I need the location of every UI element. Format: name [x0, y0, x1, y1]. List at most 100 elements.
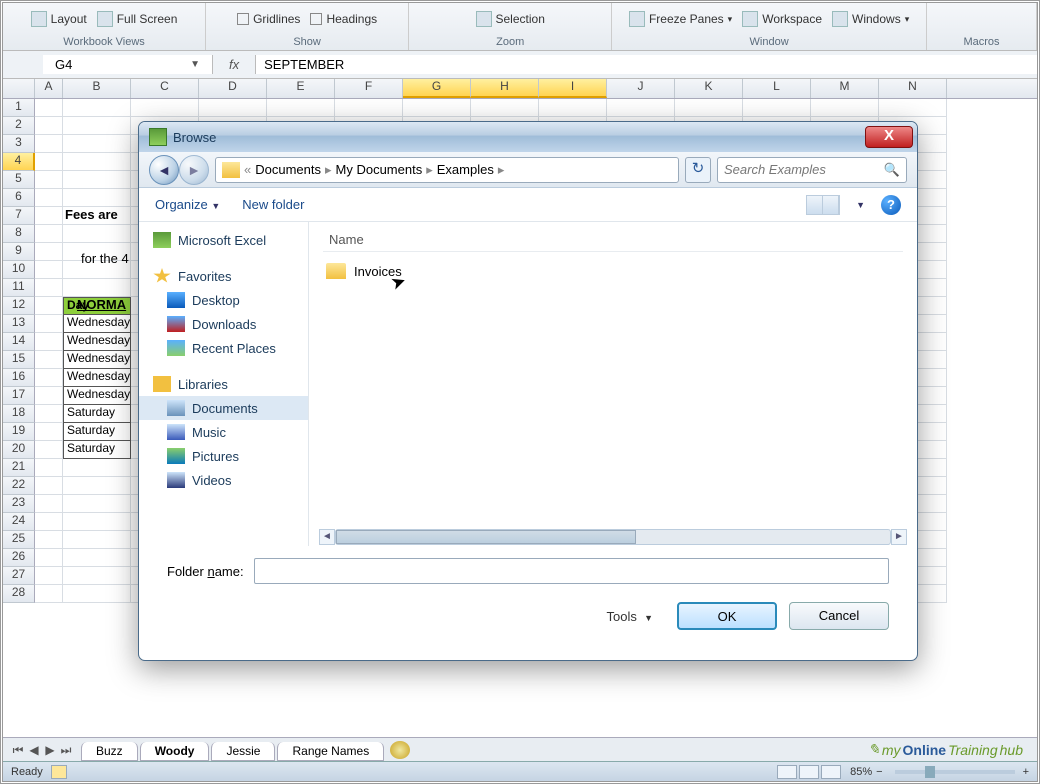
- row-header[interactable]: 3: [3, 135, 35, 153]
- cell[interactable]: [471, 99, 539, 117]
- cell[interactable]: [267, 99, 335, 117]
- sheet-nav-first-icon[interactable]: ⏮: [11, 743, 25, 757]
- cell[interactable]: [35, 441, 63, 459]
- ribbon-button[interactable]: Layout: [31, 11, 87, 27]
- row-header[interactable]: 27: [3, 567, 35, 585]
- refresh-button[interactable]: ↻: [685, 157, 711, 183]
- new-sheet-icon[interactable]: [390, 741, 410, 759]
- cell[interactable]: Wednesday: [63, 387, 131, 405]
- row-header[interactable]: 23: [3, 495, 35, 513]
- scroll-thumb[interactable]: [336, 530, 636, 544]
- cell[interactable]: [63, 585, 131, 603]
- cell[interactable]: [35, 261, 63, 279]
- breadcrumb-item[interactable]: Examples: [437, 162, 494, 177]
- column-header[interactable]: M: [811, 79, 879, 98]
- cell[interactable]: [35, 171, 63, 189]
- row-header[interactable]: 4: [3, 153, 35, 171]
- row-header[interactable]: 19: [3, 423, 35, 441]
- column-header[interactable]: A: [35, 79, 63, 98]
- ribbon-button[interactable]: Headings: [310, 12, 377, 26]
- cell[interactable]: [35, 531, 63, 549]
- cell[interactable]: [35, 513, 63, 531]
- row-header[interactable]: 25: [3, 531, 35, 549]
- cell[interactable]: [35, 585, 63, 603]
- fx-label[interactable]: fx: [213, 57, 255, 72]
- cell[interactable]: [35, 495, 63, 513]
- cell[interactable]: [35, 279, 63, 297]
- tree-item[interactable]: Videos: [139, 468, 308, 492]
- column-header-name[interactable]: Name: [323, 228, 903, 252]
- chevron-right-icon[interactable]: ▸: [325, 162, 332, 178]
- row-header[interactable]: 7: [3, 207, 35, 225]
- chevron-down-icon[interactable]: ▼: [856, 200, 865, 210]
- tools-button[interactable]: Tools ▼: [606, 609, 653, 624]
- zoom-in-icon[interactable]: +: [1023, 766, 1029, 778]
- column-header[interactable]: C: [131, 79, 199, 98]
- cell[interactable]: [35, 423, 63, 441]
- row-header[interactable]: 6: [3, 189, 35, 207]
- column-header[interactable]: B: [63, 79, 131, 98]
- view-options-button[interactable]: [806, 195, 840, 215]
- folder-tree[interactable]: Microsoft ExcelFavoritesDesktopDownloads…: [139, 222, 309, 546]
- cell[interactable]: [199, 99, 267, 117]
- column-header[interactable]: I: [539, 79, 607, 98]
- row-header[interactable]: 20: [3, 441, 35, 459]
- row-header[interactable]: 28: [3, 585, 35, 603]
- cell[interactable]: [35, 459, 63, 477]
- cell[interactable]: [35, 189, 63, 207]
- column-header[interactable]: N: [879, 79, 947, 98]
- row-header[interactable]: 16: [3, 369, 35, 387]
- dialog-titlebar[interactable]: Browse X: [139, 122, 917, 152]
- breadcrumb-item[interactable]: Documents: [255, 162, 321, 177]
- cell[interactable]: [63, 459, 131, 477]
- sheet-tab[interactable]: Jessie: [211, 742, 275, 761]
- cell[interactable]: [63, 477, 131, 495]
- cell[interactable]: [607, 99, 675, 117]
- row-header[interactable]: 11: [3, 279, 35, 297]
- breadcrumb[interactable]: « Documents▸My Documents▸Examples▸: [215, 157, 679, 183]
- cell[interactable]: Wednesday: [63, 351, 131, 369]
- column-header[interactable]: J: [607, 79, 675, 98]
- column-header[interactable]: H: [471, 79, 539, 98]
- chevron-right-icon[interactable]: ▸: [426, 162, 433, 178]
- view-pagebreak-button[interactable]: [821, 765, 841, 779]
- cell[interactable]: Wednesday: [63, 333, 131, 351]
- forward-button[interactable]: ►: [179, 155, 209, 185]
- back-button[interactable]: ◄: [149, 155, 179, 185]
- view-normal-button[interactable]: [777, 765, 797, 779]
- ribbon-button[interactable]: Gridlines: [237, 12, 300, 26]
- checkbox-icon[interactable]: [310, 13, 322, 25]
- cell[interactable]: [63, 513, 131, 531]
- cell[interactable]: [35, 351, 63, 369]
- column-header[interactable]: L: [743, 79, 811, 98]
- ribbon-button[interactable]: Workspace: [742, 11, 822, 27]
- zoom-level[interactable]: 85%: [850, 766, 872, 778]
- sheet-tab[interactable]: Range Names: [277, 742, 384, 761]
- cell[interactable]: [35, 297, 63, 315]
- row-header[interactable]: 18: [3, 405, 35, 423]
- help-icon[interactable]: ?: [881, 195, 901, 215]
- chevron-right-icon[interactable]: ▸: [498, 162, 505, 178]
- cell[interactable]: [539, 99, 607, 117]
- cell[interactable]: Wednesday: [63, 315, 131, 333]
- name-box-dropdown-icon[interactable]: ▼: [190, 59, 200, 70]
- tree-item[interactable]: Recent Places: [139, 336, 308, 360]
- breadcrumb-item[interactable]: My Documents: [336, 162, 423, 177]
- ok-button[interactable]: OK: [677, 602, 777, 630]
- formula-input[interactable]: SEPTEMBER: [255, 55, 1037, 74]
- cell[interactable]: Saturday: [63, 441, 131, 459]
- folder-item[interactable]: Invoices: [323, 260, 903, 282]
- row-header[interactable]: 9: [3, 243, 35, 261]
- cell[interactable]: [35, 315, 63, 333]
- tree-item[interactable]: Favorites: [139, 264, 308, 288]
- close-button[interactable]: X: [865, 126, 913, 148]
- name-box[interactable]: G4 ▼: [43, 55, 213, 74]
- row-header[interactable]: 15: [3, 351, 35, 369]
- row-header[interactable]: 24: [3, 513, 35, 531]
- zoom-slider[interactable]: [895, 770, 1015, 774]
- cell[interactable]: [675, 99, 743, 117]
- organize-button[interactable]: Organize ▼: [155, 197, 220, 212]
- checkbox-icon[interactable]: [237, 13, 249, 25]
- cancel-button[interactable]: Cancel: [789, 602, 889, 630]
- cell[interactable]: [35, 567, 63, 585]
